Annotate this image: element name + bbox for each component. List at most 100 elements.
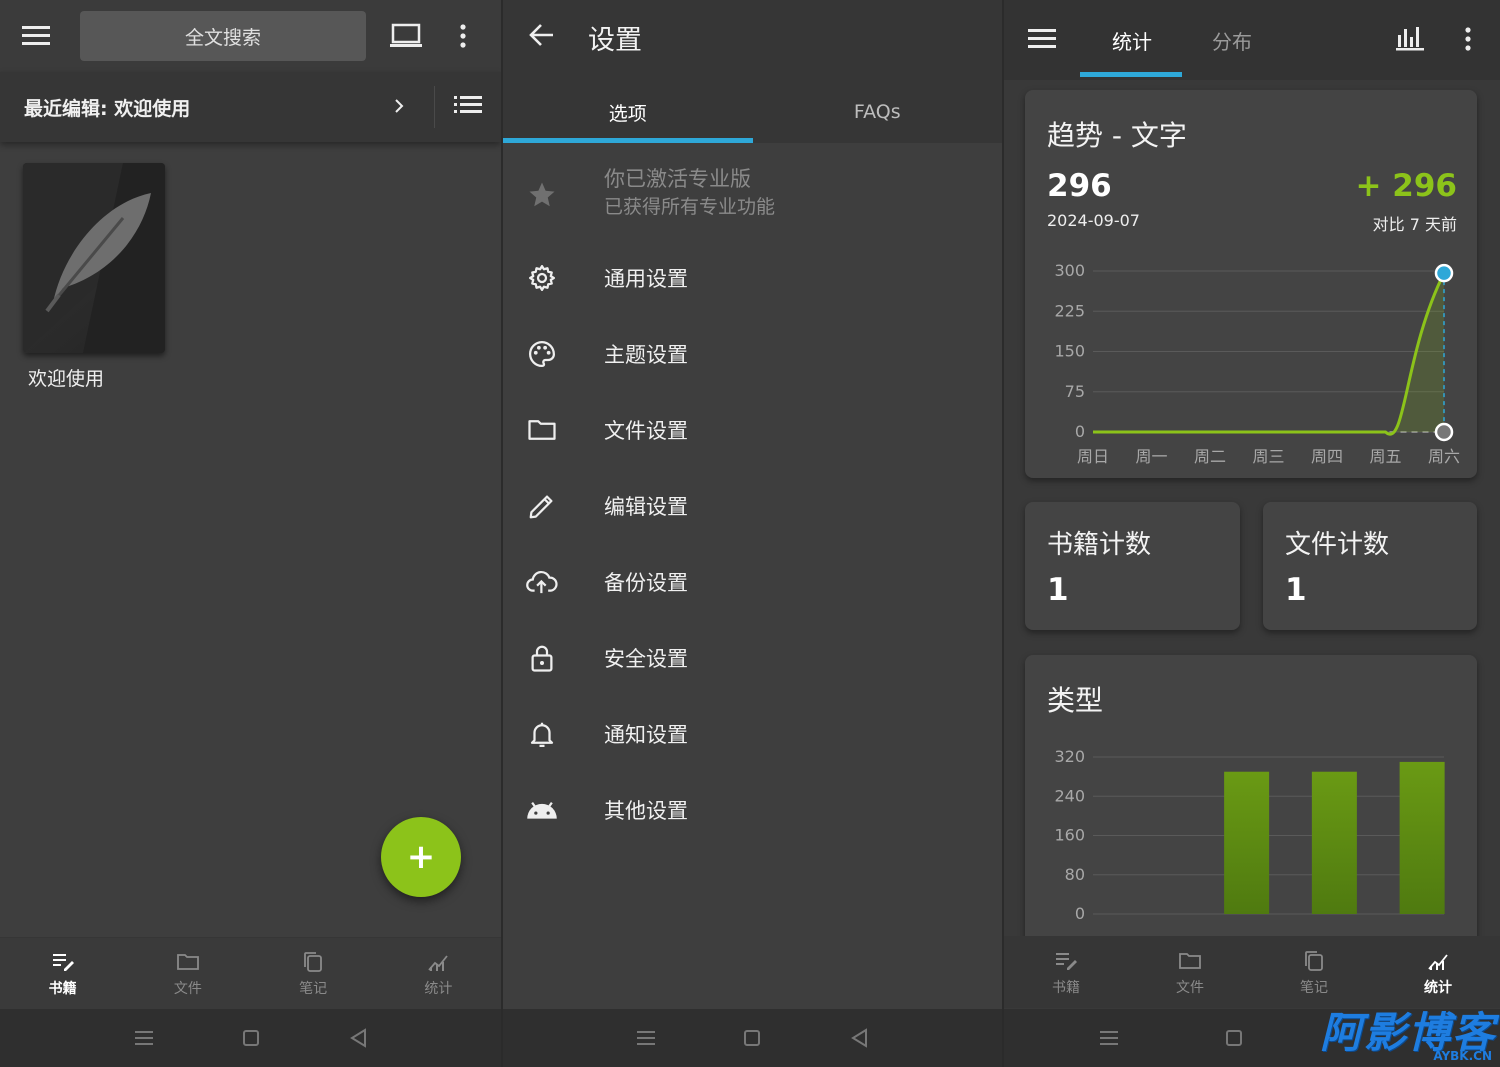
more-vert-icon[interactable] bbox=[1465, 27, 1471, 51]
folder-icon bbox=[1179, 952, 1201, 969]
y-tick-label: 160 bbox=[1054, 826, 1085, 845]
recents-icon[interactable] bbox=[129, 1023, 159, 1053]
home-icon[interactable] bbox=[1219, 1023, 1249, 1053]
settings-item-label: 安全设置 bbox=[604, 647, 688, 671]
more-vert-icon[interactable] bbox=[460, 24, 466, 48]
nav-files[interactable]: 文件 bbox=[125, 938, 250, 1009]
bottom-navigation: 书籍 文件 笔记 统计 bbox=[0, 937, 501, 1009]
fab-label: + bbox=[406, 837, 436, 877]
nav-books-label: 书籍 bbox=[48, 980, 77, 997]
tab-faqs[interactable]: FAQs bbox=[753, 82, 1003, 142]
tab-options[interactable]: 选项 bbox=[503, 82, 753, 143]
full-text-search-button[interactable]: 全文搜索 bbox=[80, 11, 366, 61]
settings-item-files[interactable]: 文件设置 bbox=[503, 392, 1002, 468]
settings-item-security[interactable]: 安全设置 bbox=[503, 620, 1002, 696]
y-tick-label: 75 bbox=[1065, 382, 1085, 401]
nav-books[interactable]: 书籍 bbox=[1004, 937, 1128, 1008]
nav-files[interactable]: 文件 bbox=[1128, 937, 1252, 1008]
nav-notes-label: 笔记 bbox=[1300, 979, 1328, 996]
home-icon[interactable] bbox=[236, 1023, 266, 1053]
bar bbox=[1224, 771, 1270, 914]
recents-icon[interactable] bbox=[631, 1023, 661, 1053]
settings-item-label: 编辑设置 bbox=[604, 495, 688, 519]
feather-icon bbox=[23, 163, 165, 353]
x-tick-label: 周一 bbox=[1135, 447, 1167, 466]
back-triangle-icon[interactable] bbox=[844, 1023, 874, 1053]
x-tick-label: 周二 bbox=[1194, 447, 1226, 466]
back-triangle-icon[interactable] bbox=[343, 1023, 373, 1053]
y-tick-label: 150 bbox=[1054, 342, 1085, 361]
bar bbox=[1311, 771, 1357, 914]
nav-books[interactable]: 书籍 bbox=[0, 938, 125, 1009]
settings-list: 你已激活专业版 已获得所有专业功能 通用设置 主题设置 文件设置 编辑设置 备份… bbox=[503, 150, 1002, 848]
nav-stats[interactable]: 统计 bbox=[376, 938, 501, 1009]
settings-item-label: 文件设置 bbox=[604, 419, 688, 443]
file-count-card: 文件计数 1 bbox=[1263, 502, 1477, 630]
arrow-back-icon[interactable] bbox=[527, 20, 557, 50]
file-count-value: 1 bbox=[1285, 572, 1307, 608]
gear-icon bbox=[525, 261, 559, 295]
settings-item-backup[interactable]: 备份设置 bbox=[503, 544, 1002, 620]
settings-screen: 设置 选项 FAQs 你已激活专业版 已获得所有专业功能 通用设置 主题设置 文… bbox=[503, 0, 1002, 1067]
settings-item-general[interactable]: 通用设置 bbox=[503, 240, 1002, 316]
divider bbox=[434, 86, 435, 128]
add-book-fab[interactable]: + bbox=[381, 817, 461, 897]
trend-line-chart: 300 225 150 75 0 周日 周一 周二 周三 周四 周五 周六 bbox=[1054, 261, 1460, 466]
recent-edit-bar[interactable]: 最近编辑: 欢迎使用 bbox=[0, 72, 501, 142]
bar bbox=[1399, 761, 1445, 914]
tab-distribution[interactable]: 分布 bbox=[1212, 26, 1252, 55]
list-view-icon[interactable] bbox=[454, 94, 482, 121]
nav-stats-label: 统计 bbox=[1424, 979, 1452, 996]
type-card: 类型 320 240 160 80 0 bbox=[1025, 655, 1477, 955]
y-tick-label: 225 bbox=[1054, 301, 1085, 320]
android-icon bbox=[525, 793, 559, 827]
nav-notes[interactable]: 笔记 bbox=[251, 938, 376, 1009]
x-tick-label: 周四 bbox=[1311, 447, 1343, 466]
x-tick-label: 周五 bbox=[1369, 447, 1401, 466]
settings-item-editor[interactable]: 编辑设置 bbox=[503, 468, 1002, 544]
pro-title: 你已激活专业版 bbox=[604, 167, 751, 191]
recents-icon[interactable] bbox=[1094, 1023, 1124, 1053]
nav-files-label: 文件 bbox=[173, 980, 202, 997]
bar-chart-icon[interactable] bbox=[1396, 25, 1424, 51]
hamburger-menu-icon[interactable] bbox=[1028, 28, 1056, 50]
y-tick-label: 0 bbox=[1075, 904, 1085, 923]
nav-files-label: 文件 bbox=[1176, 979, 1204, 996]
stats-icon bbox=[1428, 953, 1448, 970]
settings-item-theme[interactable]: 主题设置 bbox=[503, 316, 1002, 392]
watermark-sub: AYBK.CN bbox=[1433, 1049, 1492, 1063]
settings-item-label: 其他设置 bbox=[604, 799, 688, 823]
tab-statistics[interactable]: 统计 bbox=[1112, 26, 1152, 55]
settings-item-notifications[interactable]: 通知设置 bbox=[503, 696, 1002, 772]
system-navigation-bar bbox=[503, 1009, 1002, 1067]
notes-icon bbox=[304, 951, 323, 972]
settings-item-label: 主题设置 bbox=[604, 343, 688, 367]
pro-text: 你已激活专业版 已获得所有专业功能 bbox=[604, 165, 775, 221]
bottom-navigation: 书籍 文件 笔记 统计 bbox=[1004, 936, 1500, 1008]
book-edit-icon bbox=[52, 953, 74, 971]
home-icon[interactable] bbox=[737, 1023, 767, 1053]
settings-item-label: 通知设置 bbox=[604, 723, 688, 747]
pencil-icon bbox=[525, 489, 559, 523]
hamburger-menu-icon[interactable] bbox=[22, 25, 50, 47]
book-count-value: 1 bbox=[1047, 572, 1069, 608]
nav-stats-label: 统计 bbox=[424, 980, 453, 997]
book-cover[interactable] bbox=[23, 163, 165, 353]
pro-status-row[interactable]: 你已激活专业版 已获得所有专业功能 bbox=[503, 150, 1002, 240]
settings-item-other[interactable]: 其他设置 bbox=[503, 772, 1002, 848]
y-tick-label: 0 bbox=[1075, 422, 1085, 441]
book-title[interactable]: 欢迎使用 bbox=[28, 364, 104, 391]
cloud-upload-icon bbox=[525, 565, 559, 599]
nav-notes[interactable]: 笔记 bbox=[1252, 937, 1376, 1008]
laptop-icon[interactable] bbox=[390, 23, 422, 49]
nav-stats[interactable]: 统计 bbox=[1376, 937, 1500, 1008]
notes-icon bbox=[1305, 950, 1323, 971]
statistics-screen: 统计 分布 趋势 - 文字 296 2024-09-07 + 296 对比 7 … bbox=[1004, 0, 1500, 1067]
page-title: 设置 bbox=[588, 25, 642, 56]
book-edit-icon bbox=[1056, 952, 1077, 970]
chevron-right-icon[interactable] bbox=[390, 94, 408, 123]
book-count-label: 书籍计数 bbox=[1047, 530, 1152, 560]
file-count-label: 文件计数 bbox=[1285, 530, 1390, 560]
top-app-bar: 全文搜索 bbox=[0, 0, 501, 72]
nav-books-label: 书籍 bbox=[1052, 979, 1080, 996]
